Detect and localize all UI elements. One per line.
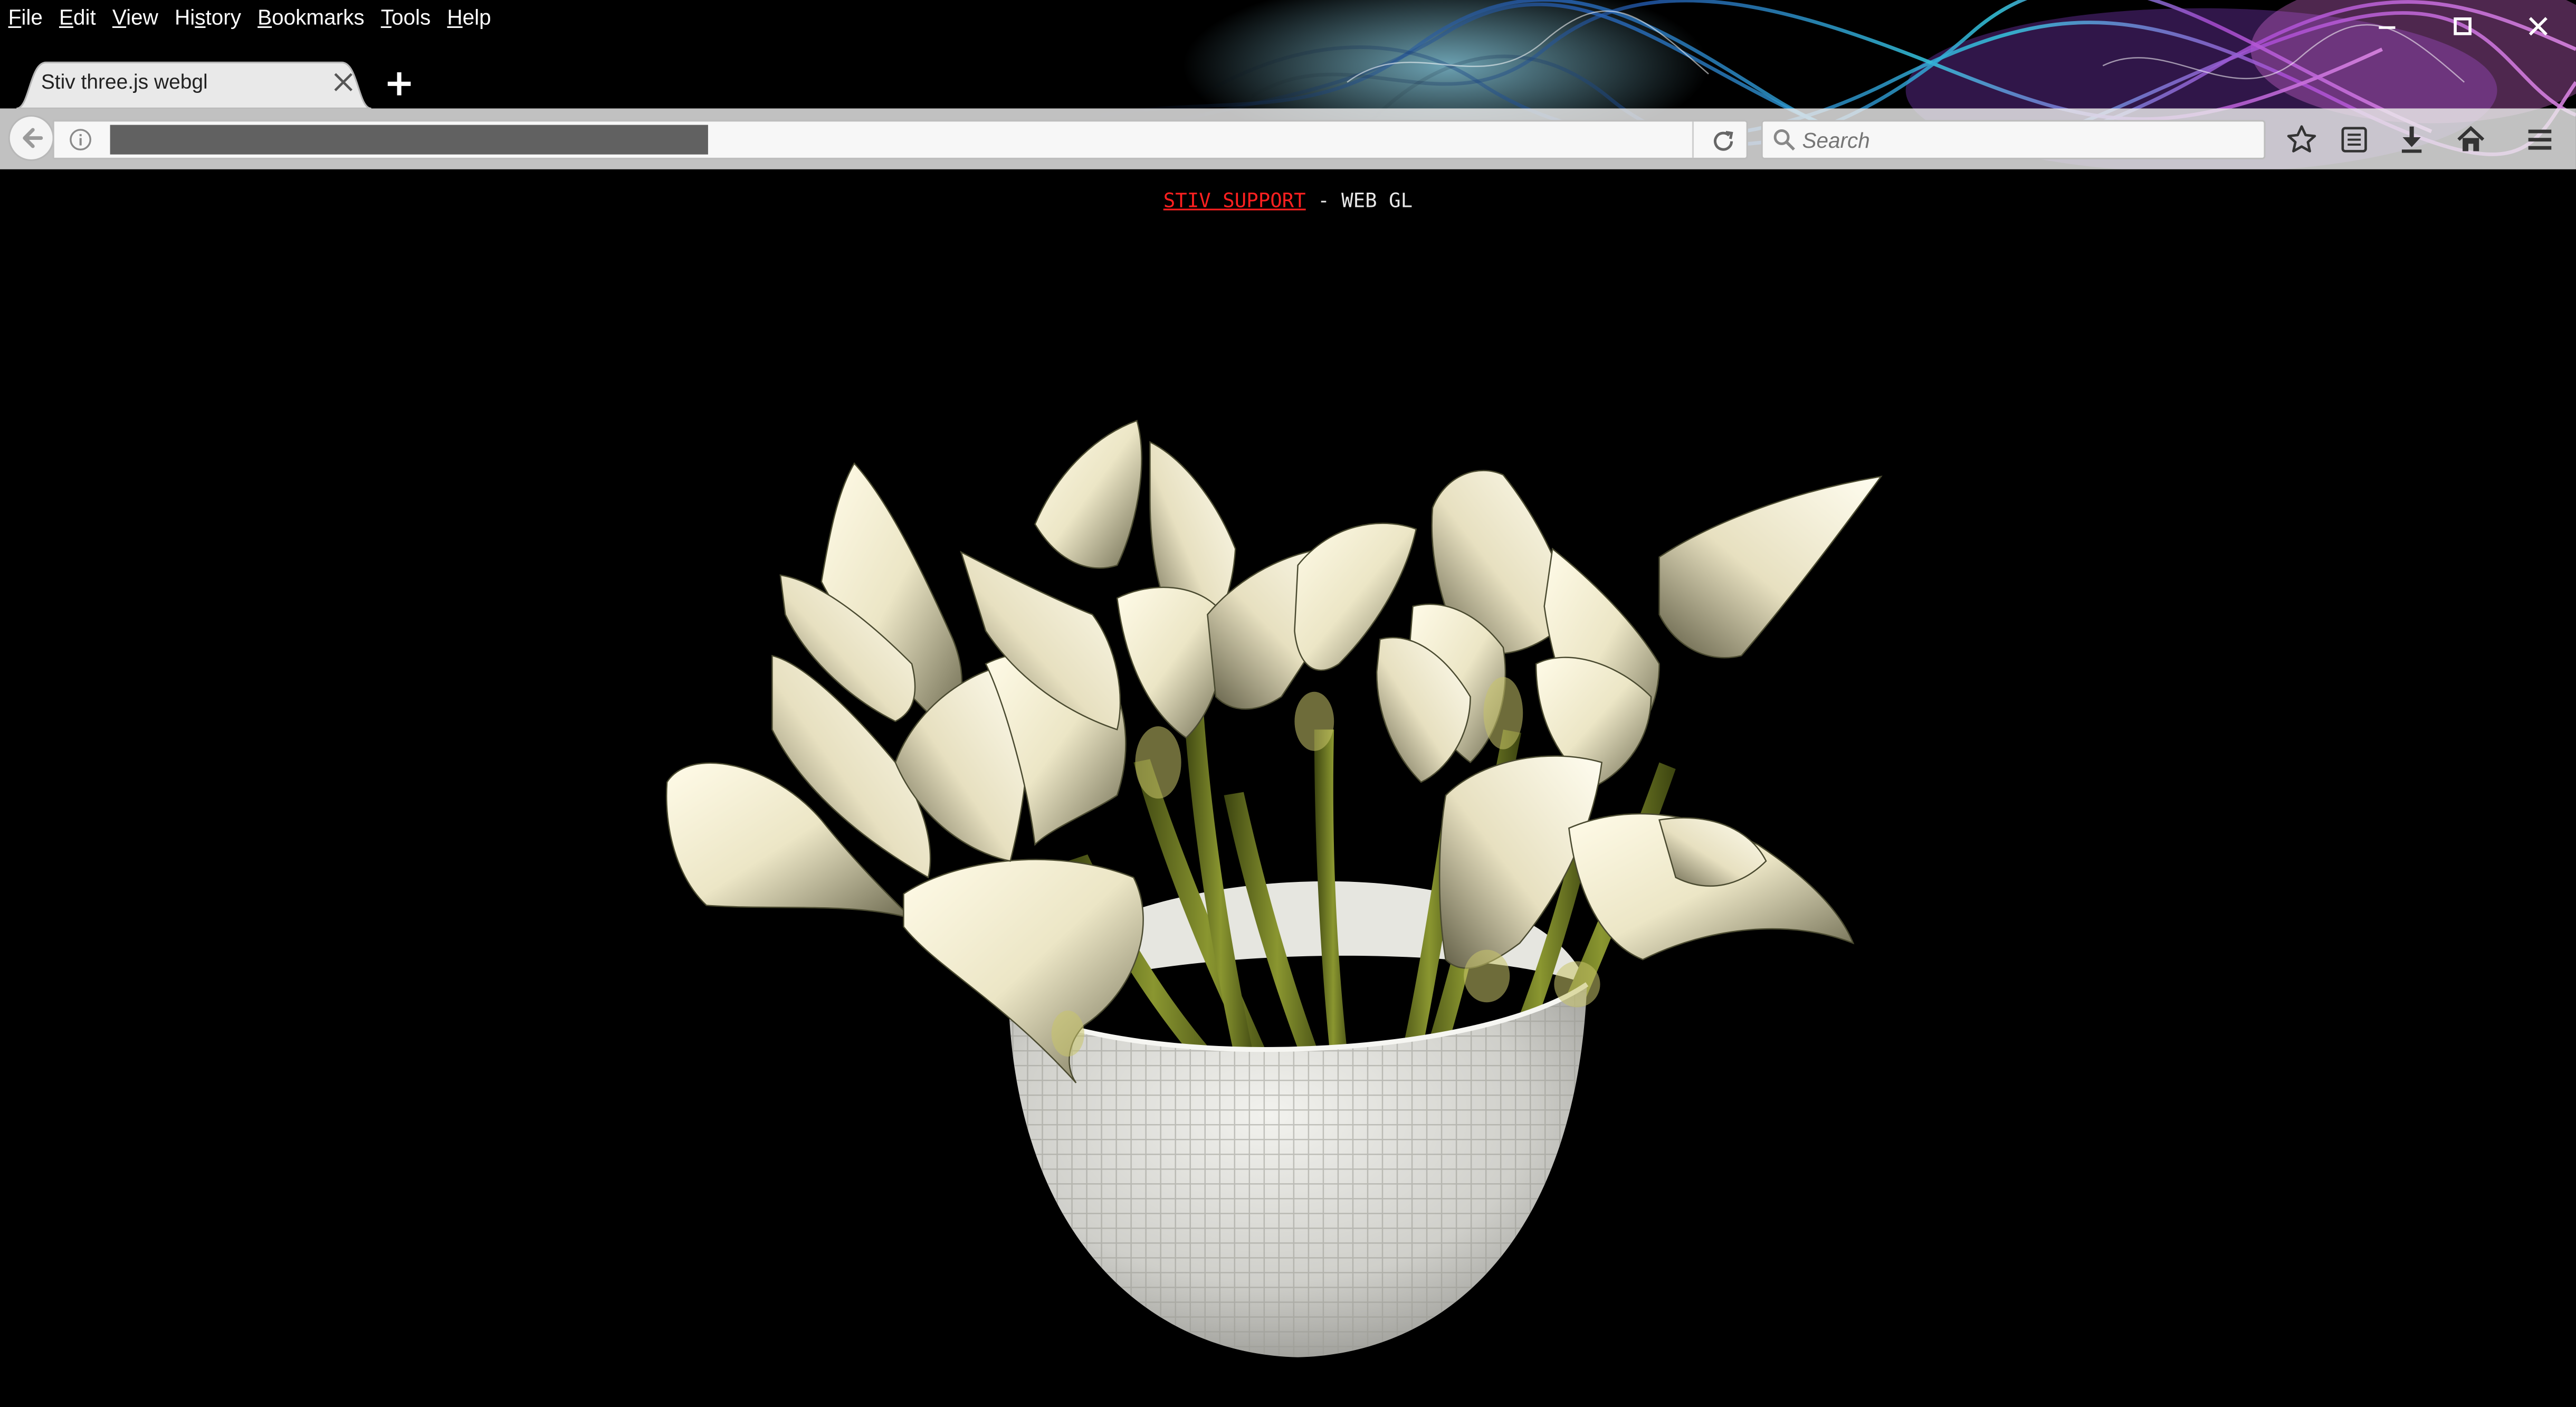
menu-bookmarks[interactable]: Bookmarks (257, 0, 364, 36)
reload-icon[interactable] (1710, 128, 1737, 155)
minimize-icon (2379, 26, 2396, 29)
close-icon (2529, 17, 2548, 36)
page-header: STIV SUPPORT - WEB GL (0, 189, 2576, 212)
page-content: STIV SUPPORT - WEB GL (0, 170, 2576, 1407)
window-controls (2349, 0, 2576, 49)
search-bar[interactable] (1761, 120, 2266, 160)
header-subtitle: - WEB GL (1305, 189, 1413, 212)
menu-file[interactable]: File (8, 0, 43, 36)
back-arrow-icon (23, 128, 43, 148)
url-bar[interactable] (52, 120, 1748, 160)
menu-bar: File Edit View History Bookmarks Tools H… (0, 0, 499, 36)
download-icon[interactable] (2395, 123, 2428, 156)
menu-edit[interactable]: Edit (59, 0, 96, 36)
menu-history[interactable]: History (175, 0, 241, 36)
tab-title: Stiv three.js webgl (41, 70, 208, 94)
info-icon[interactable] (69, 128, 92, 151)
menu-view[interactable]: View (112, 0, 158, 36)
tab-close-icon[interactable] (332, 71, 355, 94)
back-button[interactable] (8, 115, 54, 161)
menu-tools[interactable]: Tools (381, 0, 431, 36)
search-icon (1773, 129, 1795, 151)
search-input[interactable] (1802, 125, 2246, 155)
browser-chrome: File Edit View History Bookmarks Tools H… (0, 0, 2576, 169)
url-text-redacted (110, 125, 708, 155)
url-divider (1692, 121, 1694, 158)
home-icon[interactable] (2455, 123, 2487, 156)
bookmark-star-icon[interactable] (2285, 123, 2318, 156)
close-window-button[interactable] (2501, 0, 2576, 53)
menu-icon[interactable] (2523, 123, 2556, 156)
new-tab-icon[interactable] (383, 68, 415, 100)
maximize-button[interactable] (2425, 0, 2501, 53)
browser-window: File Edit View History Bookmarks Tools H… (0, 0, 2576, 1407)
calla-lilies (665, 420, 1883, 1083)
stiv-support-link[interactable]: STIV SUPPORT (1163, 189, 1306, 212)
webgl-canvas[interactable] (0, 171, 2576, 1406)
reading-list-icon[interactable] (2338, 123, 2371, 156)
minimize-button[interactable] (2349, 0, 2425, 53)
tab-active[interactable]: Stiv three.js webgl (16, 59, 371, 109)
menu-help[interactable]: Help (447, 0, 491, 36)
maximize-icon (2454, 17, 2472, 35)
navigation-toolbar (0, 108, 2576, 169)
